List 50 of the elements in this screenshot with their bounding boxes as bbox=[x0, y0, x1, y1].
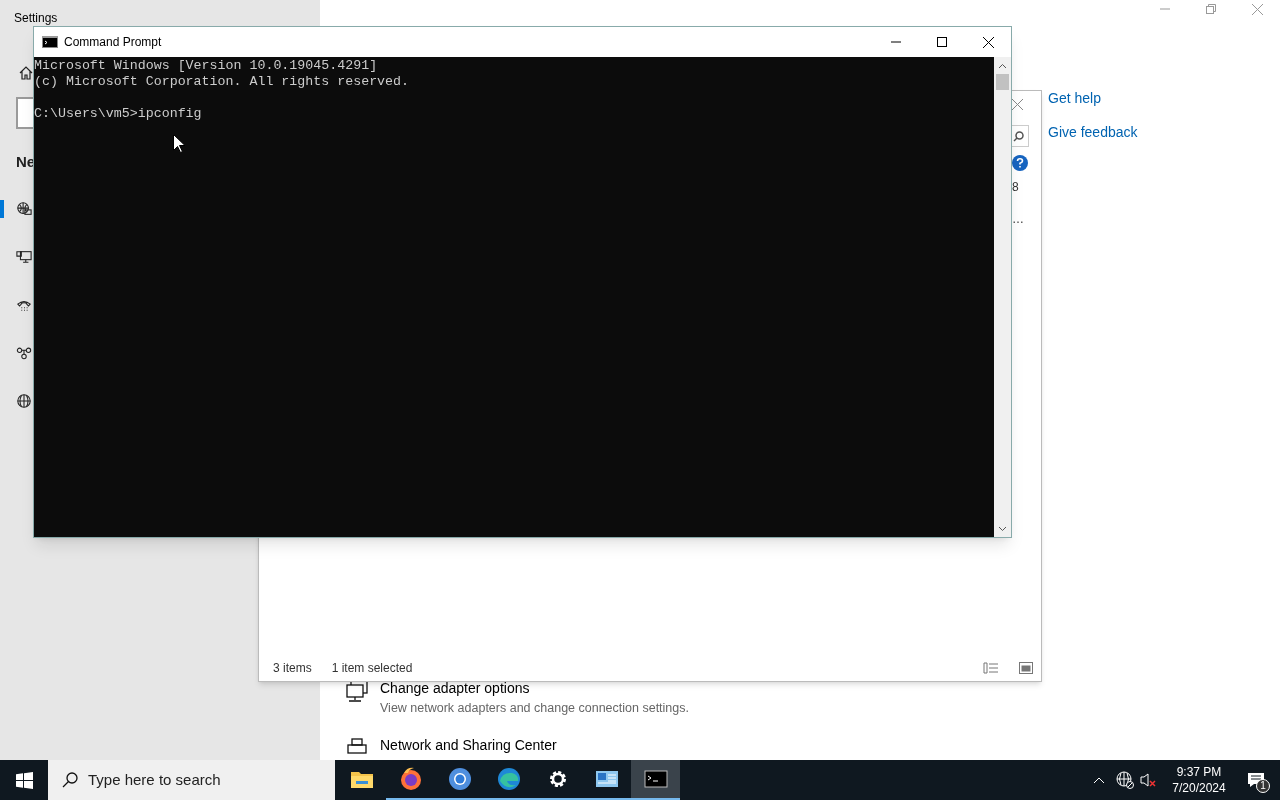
help-icon[interactable] bbox=[1012, 155, 1028, 171]
monitor-icon bbox=[16, 248, 32, 265]
home-icon bbox=[18, 65, 34, 81]
control-panel-icon bbox=[594, 769, 619, 789]
help-link[interactable]: Give feedback bbox=[1048, 122, 1138, 144]
chevron-up-icon[interactable] bbox=[1093, 776, 1105, 784]
terminal-icon bbox=[42, 36, 58, 48]
terminal-icon bbox=[643, 769, 668, 789]
search-icon bbox=[1013, 130, 1024, 142]
help-link[interactable]: Get help bbox=[1048, 88, 1101, 110]
fox-globe-icon bbox=[398, 767, 423, 791]
taskbar-app[interactable] bbox=[631, 760, 680, 800]
option-description: View network adapters and change connection settings. bbox=[380, 700, 689, 718]
search-field[interactable] bbox=[16, 97, 33, 129]
notification-count: 1 bbox=[1256, 779, 1270, 793]
preview-view-icon[interactable] bbox=[1019, 662, 1033, 674]
folder-icon bbox=[349, 769, 374, 789]
mouse-cursor-icon bbox=[173, 134, 185, 153]
notification-button[interactable]: 1 bbox=[1236, 760, 1276, 800]
option-link[interactable]: Change adapter options bbox=[380, 679, 689, 698]
status-text: 1 item selected bbox=[331, 660, 413, 677]
console-line: Microsoft Windows [Version 10.0.19045.4291] bbox=[34, 58, 378, 74]
speaker-muted-icon[interactable] bbox=[1140, 772, 1156, 788]
maximize-icon[interactable] bbox=[937, 37, 947, 47]
window-title: Settings bbox=[14, 10, 58, 27]
network-globe-icon[interactable] bbox=[1116, 771, 1134, 789]
globe-icon bbox=[16, 392, 32, 409]
scroll-up-icon[interactable] bbox=[998, 63, 1007, 69]
console-line: C:\Users\vm5>ipconfig bbox=[34, 106, 202, 122]
browser-circle-icon bbox=[447, 767, 472, 791]
list-text: 8 bbox=[1012, 179, 1019, 196]
windows-logo-icon bbox=[15, 771, 33, 789]
search-icon bbox=[62, 772, 78, 788]
scrollbar[interactable] bbox=[994, 57, 1011, 537]
search-field[interactable]: Type here to search bbox=[48, 760, 335, 800]
vpn-icon bbox=[16, 344, 32, 361]
close-icon[interactable] bbox=[982, 36, 994, 48]
window-title: Command Prompt bbox=[64, 34, 162, 51]
clock-date[interactable]: 7/20/2024 bbox=[1172, 780, 1226, 796]
scrollbar-thumb[interactable] bbox=[996, 74, 1009, 90]
restore-icon[interactable] bbox=[1206, 4, 1216, 15]
scroll-down-icon[interactable] bbox=[998, 526, 1007, 532]
console-line: (c) Microsoft Corporation. All rights reserved. bbox=[34, 74, 410, 90]
list-text: … bbox=[1012, 211, 1024, 228]
clock-time[interactable]: 9:37 PM bbox=[1176, 764, 1222, 780]
status-text: 3 items bbox=[273, 660, 312, 677]
option-link[interactable]: Network and Sharing Center bbox=[380, 736, 557, 754]
globe-icon bbox=[16, 200, 32, 217]
section-heading: Ne bbox=[16, 152, 36, 172]
wave-browser-icon bbox=[496, 767, 521, 791]
